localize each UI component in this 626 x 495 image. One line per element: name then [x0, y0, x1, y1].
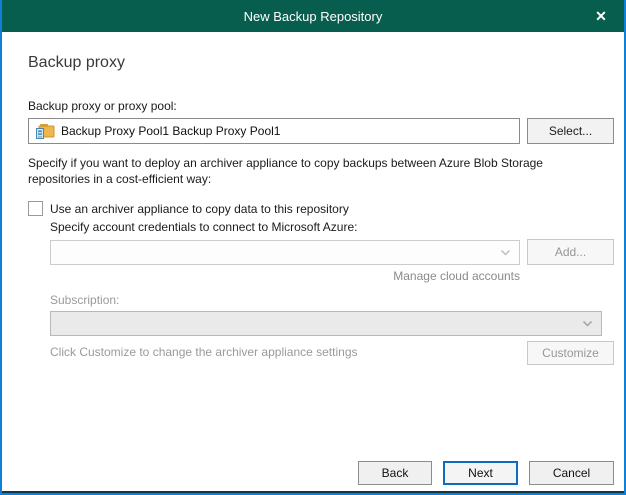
add-account-button[interactable]: Add...	[527, 239, 614, 265]
customize-hint: Click Customize to change the archiver a…	[50, 345, 358, 359]
subscription-label: Subscription:	[50, 293, 119, 307]
new-backup-repository-dialog: New Backup Repository ✕ Backup proxy Bac…	[0, 0, 626, 495]
subscription-dropdown[interactable]	[50, 311, 602, 336]
cancel-button[interactable]: Cancel	[529, 461, 614, 485]
customize-button[interactable]: Customize	[527, 341, 614, 365]
proxy-pool-field[interactable]: Backup Proxy Pool1 Backup Proxy Pool1	[28, 118, 520, 144]
proxy-pool-icon	[35, 123, 55, 140]
select-button[interactable]: Select...	[527, 118, 614, 144]
credentials-dropdown[interactable]	[50, 240, 520, 265]
window-bottom-edge	[2, 491, 624, 493]
page-title: Backup proxy	[28, 54, 125, 72]
proxy-pool-value: Backup Proxy Pool1 Backup Proxy Pool1	[61, 124, 280, 138]
use-archiver-checkbox[interactable]	[28, 201, 43, 216]
close-icon[interactable]: ✕	[584, 0, 618, 32]
use-archiver-checkbox-label[interactable]: Use an archiver appliance to copy data t…	[50, 202, 349, 216]
titlebar: New Backup Repository ✕	[0, 0, 626, 32]
chevron-down-icon	[582, 320, 593, 327]
credentials-label: Specify account credentials to connect t…	[50, 220, 358, 234]
chevron-down-icon	[500, 249, 511, 256]
next-button[interactable]: Next	[443, 461, 518, 485]
manage-cloud-accounts-link[interactable]: Manage cloud accounts	[50, 269, 520, 283]
proxy-pool-label: Backup proxy or proxy pool:	[28, 99, 177, 113]
back-button[interactable]: Back	[358, 461, 432, 485]
window-title: New Backup Repository	[244, 9, 383, 24]
archiver-description: Specify if you want to deploy an archive…	[28, 155, 608, 187]
